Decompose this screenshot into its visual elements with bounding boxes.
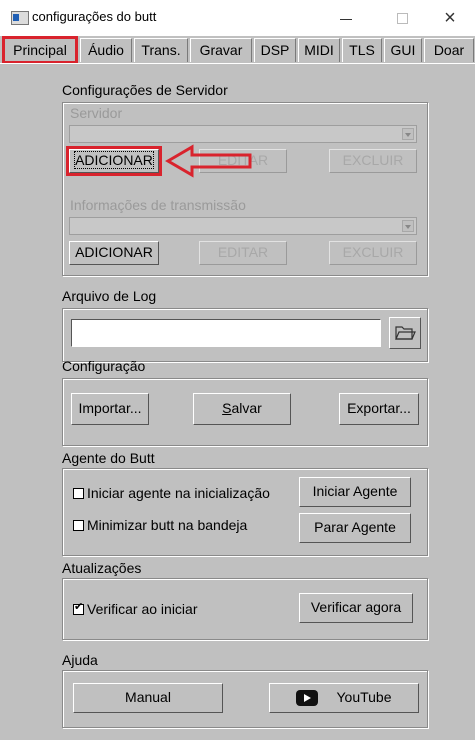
chevron-down-icon	[402, 128, 414, 140]
stop-agent-button[interactable]: Parar Agente	[299, 513, 411, 543]
chevron-down-icon	[402, 220, 414, 232]
add-stream-info-button[interactable]: ADICIONAR	[69, 241, 159, 265]
minimize-button[interactable]	[326, 4, 366, 32]
start-on-boot-checkbox[interactable]: Iniciar agente na inicialização	[73, 485, 270, 501]
window-title: configurações do butt	[32, 9, 157, 24]
checkbox-box	[73, 487, 84, 499]
tab-trans[interactable]: Trans.	[134, 38, 188, 62]
tab-audio[interactable]: Áudio	[80, 38, 132, 62]
server-label: Servidor	[70, 105, 123, 121]
tab-panel-principal: Configurações de Servidor Servidor ADICI…	[0, 63, 475, 741]
save-button[interactable]: Salvar	[193, 393, 291, 425]
log-group	[62, 308, 428, 362]
tab-bar: Principal Áudio Trans. Gravar DSP MIDI T…	[0, 36, 475, 64]
delete-stream-info-label: EXCLUIR	[342, 244, 404, 260]
stream-info-select[interactable]	[69, 217, 417, 235]
pointer-arrow-icon	[165, 144, 252, 178]
config-title: Configuração	[62, 358, 146, 374]
browse-log-button[interactable]	[389, 317, 421, 349]
edit-stream-info-label: EDITAR	[217, 244, 269, 260]
delete-server-label: EXCLUIR	[342, 152, 404, 168]
app-icon	[11, 11, 29, 25]
tab-gravar[interactable]: Gravar	[190, 38, 252, 62]
agent-title: Agente do Butt	[62, 450, 155, 466]
server-select[interactable]	[69, 125, 417, 143]
add-stream-info-label: ADICIONAR	[75, 244, 153, 260]
youtube-icon	[296, 690, 319, 707]
check-on-start-checkbox[interactable]: Verificar ao iniciar	[73, 600, 198, 617]
tab-midi[interactable]: MIDI	[298, 38, 340, 62]
settings-client-area: Principal Áudio Trans. Gravar DSP MIDI T…	[0, 36, 475, 740]
manual-button[interactable]: Manual	[73, 683, 223, 713]
tab-dsp[interactable]: DSP	[254, 38, 296, 62]
delete-server-button[interactable]: EXCLUIR	[329, 149, 417, 173]
import-button[interactable]: Importar...	[71, 393, 149, 425]
tab-principal[interactable]: Principal	[2, 36, 78, 64]
folder-icon	[395, 326, 416, 340]
updates-group: Verificar ao iniciar Verificar agora	[62, 578, 428, 640]
youtube-button[interactable]: YouTube	[269, 683, 419, 713]
export-button[interactable]: Exportar...	[339, 393, 419, 425]
start-agent-button[interactable]: Iniciar Agente	[299, 477, 411, 507]
help-group: Manual YouTube	[62, 670, 428, 728]
edit-stream-info-button[interactable]: EDITAR	[199, 241, 287, 265]
help-title: Ajuda	[62, 652, 98, 668]
tab-tls[interactable]: TLS	[342, 38, 382, 62]
agent-group: Iniciar agente na inicialização Iniciar …	[62, 468, 428, 556]
server-config-title: Configurações de Servidor	[62, 82, 228, 98]
tab-doar[interactable]: Doar	[424, 38, 474, 62]
window-titlebar: configurações do butt ×	[0, 0, 475, 36]
tab-gui[interactable]: GUI	[384, 38, 422, 62]
checkbox-box-checked	[73, 600, 84, 615]
close-button[interactable]: ×	[430, 4, 470, 32]
highlight-box	[66, 146, 162, 176]
log-file-input[interactable]	[71, 319, 381, 347]
server-config-group: Servidor ADICIONAR EDITAR EXCLUIR Inform…	[62, 102, 428, 276]
updates-title: Atualizações	[62, 560, 142, 576]
log-title: Arquivo de Log	[62, 288, 157, 304]
check-on-start-label: Verificar ao iniciar	[87, 601, 198, 617]
minimize-tray-label: Minimizar butt na bandeja	[87, 517, 248, 533]
checkbox-box	[73, 519, 84, 531]
delete-stream-info-button[interactable]: EXCLUIR	[329, 241, 417, 265]
stream-info-label: Informações de transmissão	[70, 197, 246, 213]
start-on-boot-label: Iniciar agente na inicialização	[87, 485, 270, 501]
config-group: Importar... Salvar Exportar...	[62, 378, 428, 446]
youtube-label: YouTube	[336, 689, 392, 705]
check-now-button[interactable]: Verificar agora	[299, 593, 413, 623]
maximize-button[interactable]	[382, 4, 422, 32]
minimize-tray-checkbox[interactable]: Minimizar butt na bandeja	[73, 517, 247, 533]
